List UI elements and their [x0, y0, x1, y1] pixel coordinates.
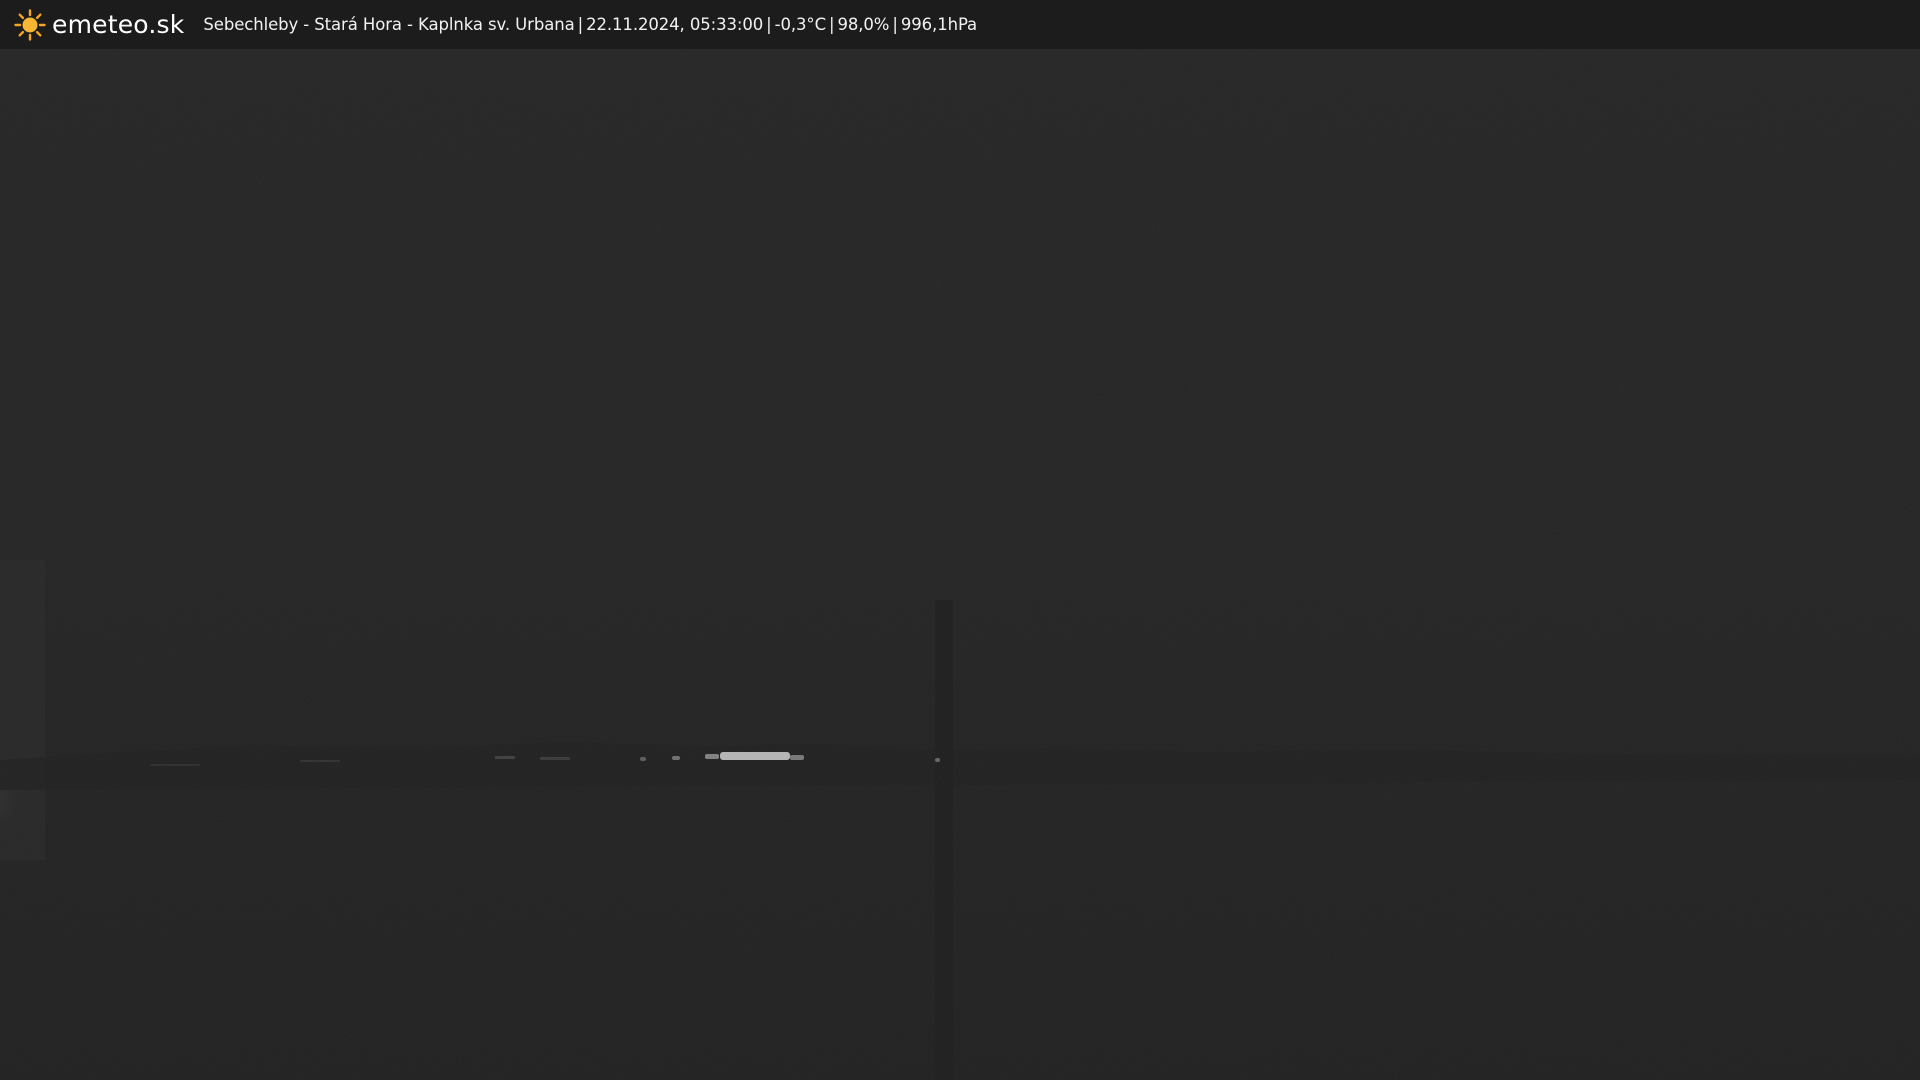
- separator: |: [829, 15, 835, 34]
- location-name: Sebechleby - Stará Hora - Kaplnka sv. Ur…: [203, 15, 575, 34]
- separator: |: [892, 15, 898, 34]
- info-bar: emeteo.sk Sebechleby - Stará Hora - Kapl…: [0, 0, 1920, 49]
- webcam-caption: Sebechleby - Stará Hora - Kaplnka sv. Ur…: [203, 15, 977, 34]
- logo[interactable]: emeteo.sk: [14, 8, 185, 41]
- separator: |: [766, 15, 772, 34]
- temperature-value: -0,3°C: [774, 15, 826, 34]
- webcam-image: [0, 0, 1920, 1080]
- separator: |: [577, 15, 584, 34]
- webcam-frame: emeteo.sk Sebechleby - Stará Hora - Kapl…: [0, 0, 1920, 1080]
- sun-icon: [14, 8, 46, 41]
- brand-name: emeteo.sk: [52, 10, 185, 39]
- timestamp: 22.11.2024, 05:33:00: [586, 15, 764, 34]
- humidity-value: 98,0%: [837, 15, 890, 34]
- sensor-grain: [0, 0, 1920, 1080]
- pressure-value: 996,1hPa: [900, 15, 978, 34]
